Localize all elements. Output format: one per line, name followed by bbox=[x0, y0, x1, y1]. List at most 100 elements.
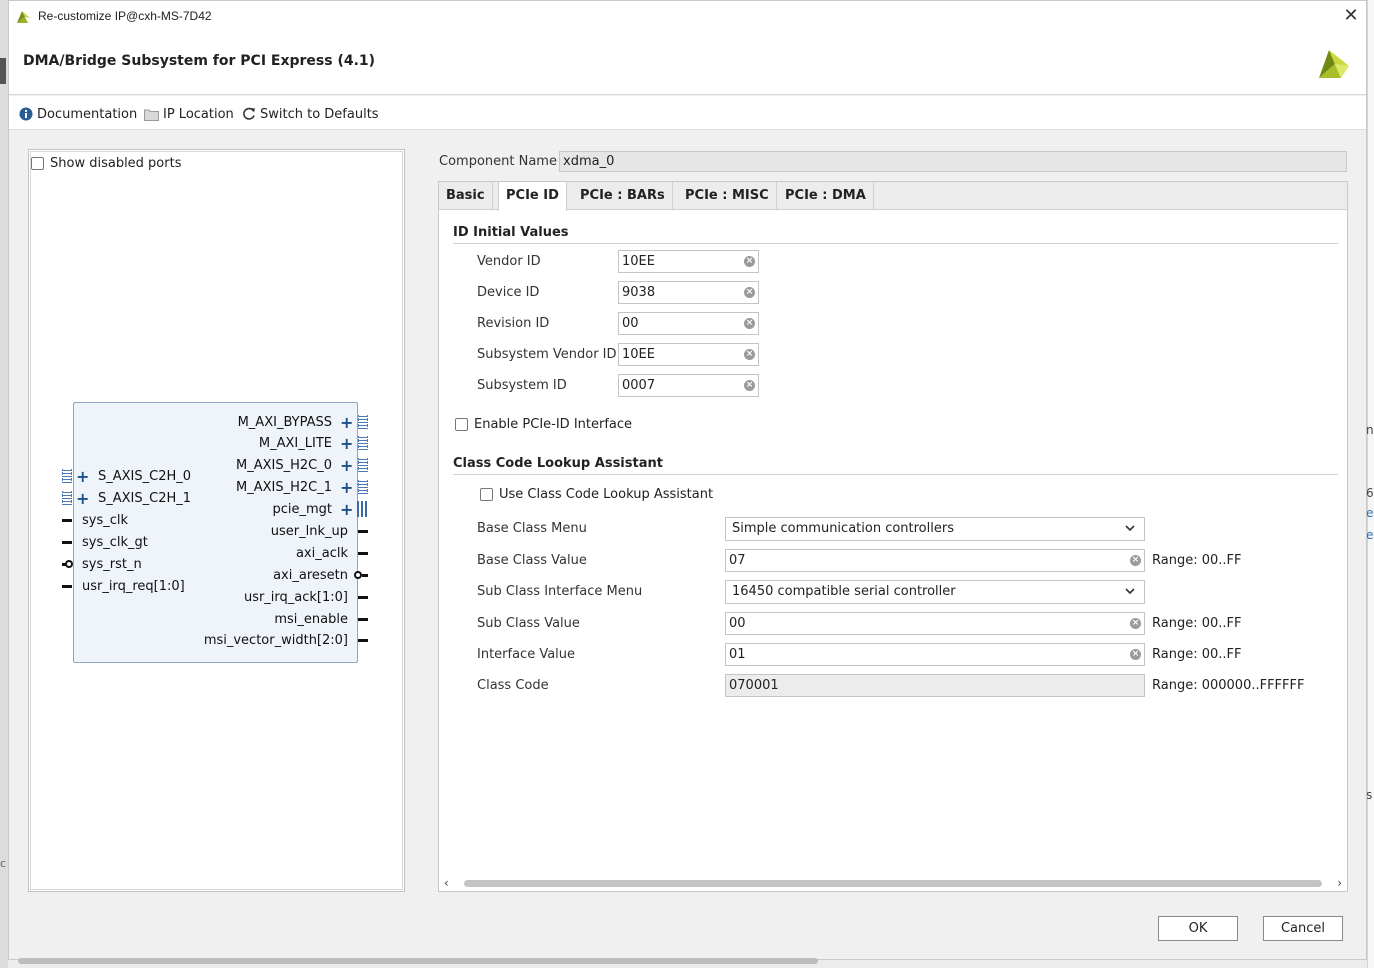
subsystem-vendor-id-input[interactable]: 10EE bbox=[618, 343, 759, 366]
subsystem-id-label: Subsystem ID bbox=[477, 378, 567, 393]
base-class-menu-select[interactable]: Simple communication controllers bbox=[725, 517, 1145, 541]
documentation-button[interactable]: Documentation bbox=[19, 105, 137, 123]
ip-location-button[interactable]: IP Location bbox=[144, 105, 234, 123]
title-bar: Re-customize IP@cxh-MS-7D42 ✕ bbox=[9, 1, 1366, 32]
port-pin bbox=[358, 596, 368, 599]
sub-class-menu-select[interactable]: 16450 compatible serial controller bbox=[725, 580, 1145, 604]
show-disabled-ports-checkbox[interactable]: Show disabled ports bbox=[31, 156, 181, 171]
port-pin bbox=[362, 574, 368, 577]
class-code-label: Class Code bbox=[477, 678, 549, 693]
vendor-id-input[interactable]: 10EE bbox=[618, 250, 759, 273]
subsystem-vendor-id-label: Subsystem Vendor ID bbox=[477, 347, 617, 362]
port-msi-vector-width: msi_vector_width[2:0] bbox=[203, 633, 348, 648]
clear-icon[interactable]: × bbox=[1130, 555, 1141, 566]
inverted-pin-icon bbox=[65, 560, 73, 568]
sub-class-menu-label: Sub Class Interface Menu bbox=[477, 584, 643, 599]
interface-value-label: Interface Value bbox=[477, 647, 576, 662]
port-sys-rst-n: sys_rst_n bbox=[82, 557, 142, 572]
background-fragment: 6- bbox=[1366, 486, 1374, 500]
background-fragment: n bbox=[1366, 423, 1374, 437]
scrollbar-thumb[interactable] bbox=[464, 880, 1322, 887]
section-divider bbox=[453, 474, 1338, 475]
expand-plus-icon[interactable]: + bbox=[340, 502, 353, 518]
class-code-assistant-title: Class Code Lookup Assistant bbox=[453, 456, 663, 471]
ip-title: DMA/Bridge Subsystem for PCI Express (4.… bbox=[23, 53, 376, 69]
expand-plus-icon[interactable]: + bbox=[76, 469, 89, 485]
bus-connector-icon bbox=[62, 469, 72, 483]
port-pin bbox=[358, 639, 368, 642]
sub-class-value-label: Sub Class Value bbox=[477, 616, 580, 631]
port-usr-irq-ack: usr_irq_ack[1:0] bbox=[243, 590, 348, 605]
clear-icon[interactable]: × bbox=[744, 287, 755, 298]
clear-icon[interactable]: × bbox=[1130, 618, 1141, 629]
ok-button[interactable]: OK bbox=[1158, 916, 1238, 941]
checkbox-box[interactable] bbox=[31, 157, 44, 170]
base-class-menu-label: Base Class Menu bbox=[477, 521, 587, 536]
tab-basic[interactable]: Basic bbox=[439, 182, 493, 210]
section-divider bbox=[453, 243, 1338, 244]
device-id-input[interactable]: 9038 bbox=[618, 281, 759, 304]
refresh-icon bbox=[243, 107, 255, 120]
sub-class-range: Range: 00..FF bbox=[1152, 616, 1242, 631]
enable-pcie-id-checkbox[interactable]: Enable PCIe-ID Interface bbox=[455, 417, 632, 432]
expand-plus-icon[interactable]: + bbox=[340, 480, 353, 496]
inverted-pin-icon bbox=[354, 571, 362, 579]
use-class-code-assistant-checkbox[interactable]: Use Class Code Lookup Assistant bbox=[480, 487, 713, 502]
subsystem-id-input[interactable]: 0007 bbox=[618, 374, 759, 397]
bus-connector-icon bbox=[358, 415, 368, 429]
folder-icon bbox=[144, 109, 159, 121]
background-fragment: e bbox=[1366, 506, 1374, 520]
scroll-right-icon[interactable]: › bbox=[1337, 876, 1342, 890]
sub-class-value-input[interactable]: 00 bbox=[725, 612, 1145, 635]
component-name-field: xdma_0 bbox=[559, 151, 1347, 172]
clear-icon[interactable]: × bbox=[1130, 649, 1141, 660]
close-icon[interactable]: ✕ bbox=[1339, 4, 1363, 28]
show-disabled-ports-label: Show disabled ports bbox=[50, 156, 182, 171]
checkbox-box[interactable] bbox=[455, 418, 468, 431]
port-pin bbox=[62, 585, 72, 588]
mgt-connector-icon bbox=[357, 501, 367, 517]
toolbar: Documentation IP Location Switch to Defa… bbox=[9, 96, 1366, 130]
revision-id-input[interactable]: 00 bbox=[618, 312, 759, 335]
port-s-axis-c2h-1: S_AXIS_C2H_1 bbox=[98, 491, 192, 506]
base-class-range: Range: 00..FF bbox=[1152, 553, 1242, 568]
background-window-right-edge bbox=[1367, 0, 1374, 968]
port-pin bbox=[358, 618, 368, 621]
clear-icon[interactable]: × bbox=[744, 256, 755, 267]
port-pin bbox=[358, 530, 368, 533]
tab-pcie-bars[interactable]: PCIe : BARs bbox=[573, 182, 673, 210]
background-fragment: e bbox=[1366, 528, 1374, 542]
window-title: Re-customize IP@cxh-MS-7D42 bbox=[38, 9, 212, 23]
port-m-axi-lite: M_AXI_LITE bbox=[258, 436, 332, 451]
expand-plus-icon[interactable]: + bbox=[76, 491, 89, 507]
tab-pcie-dma[interactable]: PCIe : DMA bbox=[778, 182, 874, 210]
port-sys-clk: sys_clk bbox=[82, 513, 129, 528]
cancel-button[interactable]: Cancel bbox=[1263, 916, 1343, 941]
horizontal-scrollbar[interactable]: ‹ › bbox=[444, 876, 1348, 890]
port-s-axis-c2h-0: S_AXIS_C2H_0 bbox=[98, 469, 192, 484]
base-class-menu-value: Simple communication controllers bbox=[732, 521, 954, 536]
tab-pcie-id[interactable]: PCIe ID bbox=[498, 182, 567, 211]
port-axi-aclk: axi_aclk bbox=[295, 546, 348, 561]
id-initial-values-title: ID Initial Values bbox=[453, 225, 569, 240]
use-class-code-assistant-label: Use Class Code Lookup Assistant bbox=[499, 487, 714, 502]
expand-plus-icon[interactable]: + bbox=[340, 436, 353, 452]
bus-connector-icon bbox=[358, 480, 368, 494]
checkbox-box[interactable] bbox=[480, 488, 493, 501]
clear-icon[interactable]: × bbox=[744, 318, 755, 329]
interface-value-input[interactable]: 01 bbox=[725, 643, 1145, 666]
switch-to-defaults-button[interactable]: Switch to Defaults bbox=[242, 105, 379, 123]
port-pcie-mgt: pcie_mgt bbox=[272, 502, 332, 517]
base-class-value-input[interactable]: 07 bbox=[725, 549, 1145, 572]
xilinx-logo-icon bbox=[1319, 50, 1349, 78]
background-fragment: c bbox=[0, 857, 7, 870]
background-scrollbar bbox=[18, 958, 818, 964]
tab-pcie-misc[interactable]: PCIe : MISC bbox=[678, 182, 777, 210]
ip-header: DMA/Bridge Subsystem for PCI Express (4.… bbox=[9, 32, 1366, 95]
clear-icon[interactable]: × bbox=[744, 349, 755, 360]
class-code-field: 070001 bbox=[725, 674, 1145, 697]
scroll-left-icon[interactable]: ‹ bbox=[444, 876, 449, 890]
clear-icon[interactable]: × bbox=[744, 380, 755, 391]
expand-plus-icon[interactable]: + bbox=[340, 415, 353, 431]
expand-plus-icon[interactable]: + bbox=[340, 458, 353, 474]
